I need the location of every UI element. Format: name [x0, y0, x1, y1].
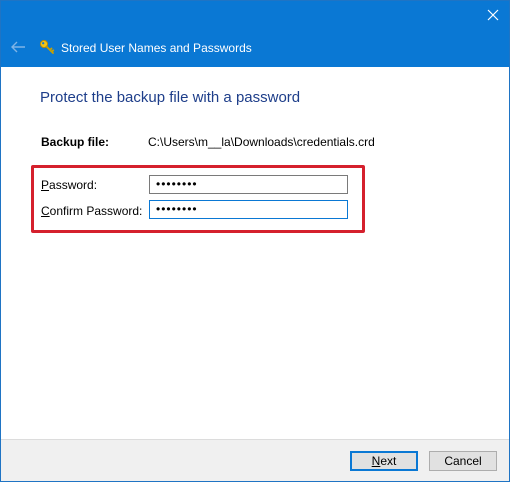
page-heading: Protect the backup file with a password [40, 89, 301, 106]
password-label: Password: [41, 178, 98, 192]
key-icon [39, 39, 55, 55]
close-button[interactable] [479, 5, 507, 29]
next-button[interactable]: Next [350, 451, 418, 471]
back-arrow-icon[interactable] [9, 38, 27, 56]
cancel-button[interactable]: Cancel [429, 451, 497, 471]
window-title: Stored User Names and Passwords [61, 41, 252, 55]
password-field[interactable]: •••••••• [149, 175, 348, 194]
backup-file-path: C:\Users\m__la\Downloads\credentials.crd [148, 135, 375, 149]
close-icon [487, 8, 499, 26]
confirm-password-label: Confirm Password: [41, 204, 143, 218]
title-bar: Stored User Names and Passwords [1, 1, 509, 67]
confirm-password-field[interactable]: •••••••• [149, 200, 348, 219]
button-bar: Next Cancel [1, 439, 509, 481]
backup-file-label: Backup file: [41, 135, 110, 149]
dialog-window: Stored User Names and Passwords Protect … [0, 0, 510, 482]
